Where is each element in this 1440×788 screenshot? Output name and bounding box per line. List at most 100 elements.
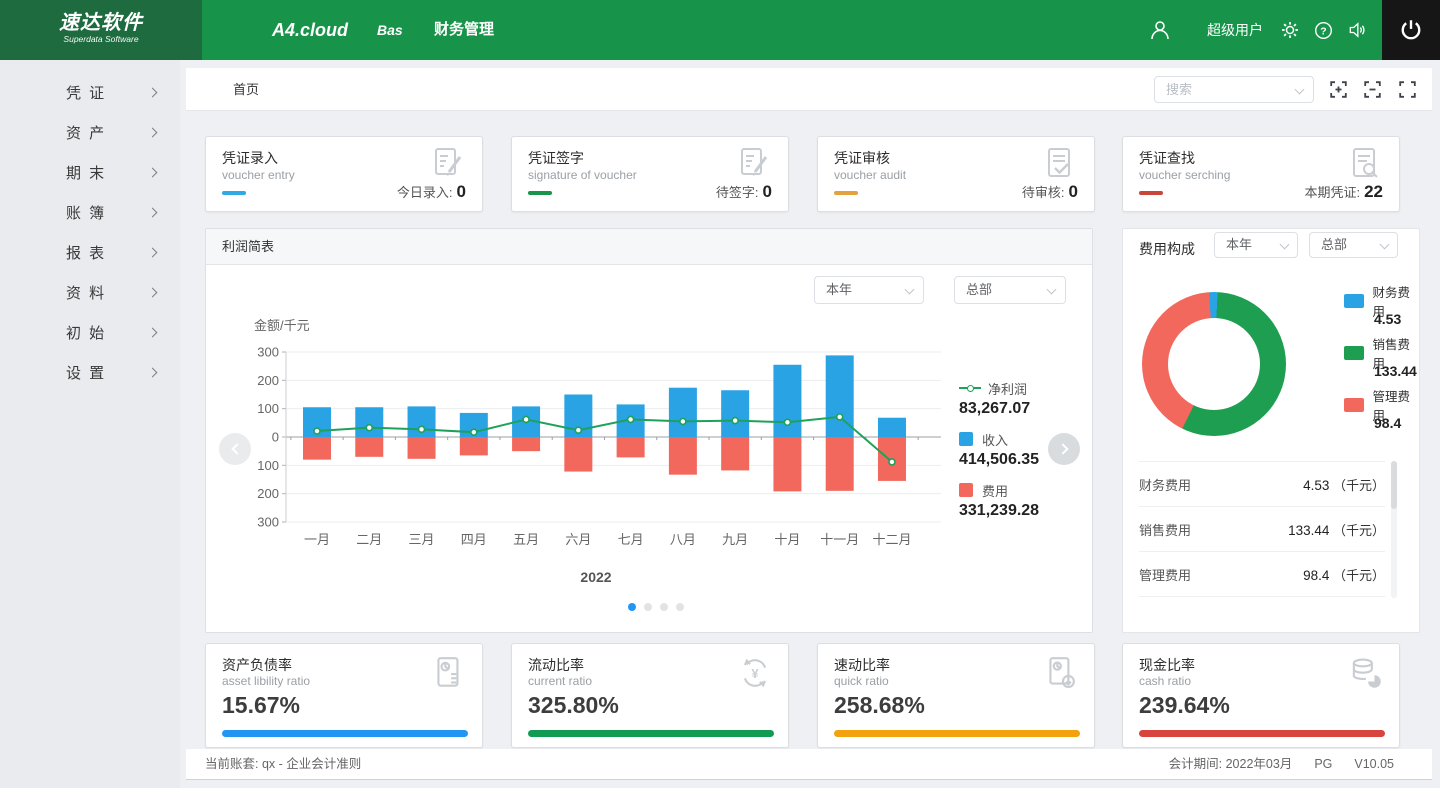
- logo[interactable]: 速达软件 Superdata Software: [0, 0, 202, 60]
- svg-text:十一月: 十一月: [820, 532, 859, 547]
- profit-summary-panel: 利润简表 本年 总部 金额/千元 3002001000100200300一月二月…: [205, 228, 1093, 633]
- ratio-value: 239.64%: [1139, 692, 1230, 719]
- settings-gear-icon[interactable]: [1280, 0, 1300, 60]
- cash-ratio-card[interactable]: 现金比率 cash ratio 239.64%: [1122, 643, 1400, 748]
- card-subtitle: voucher serching: [1139, 168, 1230, 182]
- asset-liability-ratio-card[interactable]: 资产负债率 asset libility ratio 15.67%: [205, 643, 483, 748]
- svg-text:0: 0: [272, 430, 279, 445]
- card-subtitle: voucher audit: [834, 168, 906, 182]
- legend-admin-expense[interactable]: 管理费用 98.4: [1344, 397, 1419, 431]
- card-subtitle: current ratio: [528, 674, 592, 688]
- sidebar-item-assets[interactable]: 资 产: [0, 112, 180, 152]
- chevron-right-icon: [148, 247, 158, 257]
- profit-chart-plot: 3002001000100200300一月二月三月四月五月六月七月八月九月十月十…: [241, 339, 951, 554]
- zoom-out-window-icon[interactable]: [1364, 81, 1381, 98]
- expense-swatch: [959, 483, 973, 497]
- carousel-dot-4[interactable]: [676, 603, 684, 611]
- tab-home[interactable]: 首页: [233, 68, 259, 111]
- svg-text:100: 100: [257, 401, 279, 416]
- current-ratio-card[interactable]: 流动比率 current ratio 325.80% ¥: [511, 643, 789, 748]
- sidebar-item-data[interactable]: 资 料: [0, 272, 180, 312]
- org-select[interactable]: 总部: [954, 276, 1066, 304]
- accent-dash: [222, 191, 246, 195]
- period-select[interactable]: 本年: [814, 276, 924, 304]
- card-title: 凭证签字: [528, 148, 584, 168]
- admin-expense-swatch: [1344, 398, 1364, 412]
- scrollbar-thumb[interactable]: [1391, 461, 1397, 509]
- card-title: 凭证审核: [834, 148, 890, 168]
- sidebar-item-voucher[interactable]: 凭 证: [0, 72, 180, 112]
- user-icon[interactable]: [1148, 0, 1172, 60]
- logo-title: 速达软件: [0, 12, 202, 34]
- username-label[interactable]: 超级用户: [1207, 0, 1263, 60]
- org-select[interactable]: 总部: [1309, 232, 1398, 258]
- chart-prev-button[interactable]: [219, 433, 251, 465]
- legend-net-profit[interactable]: 净利润 83,267.07: [959, 379, 1089, 418]
- help-icon[interactable]: ?: [1314, 0, 1333, 60]
- carousel-dot-1[interactable]: [628, 603, 636, 611]
- stat-value: 22: [1364, 182, 1383, 201]
- logout-power-button[interactable]: [1382, 0, 1440, 60]
- ratio-bar: [1139, 730, 1385, 737]
- svg-text:五月: 五月: [513, 532, 539, 547]
- legend-finance-expense[interactable]: 财务费用 4.53: [1344, 293, 1419, 327]
- svg-text:100: 100: [257, 458, 279, 473]
- carousel-dot-3[interactable]: [660, 603, 668, 611]
- edition-label: PG: [1314, 749, 1332, 779]
- sidebar: 凭 证 资 产 期 末 账 簿 报 表 资 料 初 始 设 置: [0, 60, 180, 788]
- sidebar-item-ledgers[interactable]: 账 簿: [0, 192, 180, 232]
- search-combobox[interactable]: [1154, 76, 1314, 103]
- quick-ratio-card[interactable]: 速动比率 quick ratio 258.68%: [817, 643, 1095, 748]
- card-stat: 待签字:0: [716, 182, 772, 202]
- card-title: 流动比率: [528, 655, 584, 675]
- voucher-search-card[interactable]: 凭证查找 voucher serching 本期凭证:22: [1122, 136, 1400, 212]
- voucher-audit-card[interactable]: 凭证审核 voucher audit 待审核:0: [817, 136, 1095, 212]
- x-axis-year-label: 2022: [241, 569, 951, 585]
- expense-total: 331,239.28: [959, 502, 1089, 520]
- card-title: 现金比率: [1139, 655, 1195, 675]
- panel-header: 利润简表: [206, 229, 1092, 265]
- y-axis-title: 金额/千元: [254, 315, 310, 334]
- nav-finance[interactable]: 财务管理: [434, 0, 494, 60]
- income-swatch: [959, 432, 973, 446]
- chevron-right-icon: [148, 327, 158, 337]
- sidebar-item-reports[interactable]: 报 表: [0, 232, 180, 272]
- chevron-right-icon: [148, 367, 158, 377]
- svg-text:一月: 一月: [304, 532, 330, 547]
- sales-expense-swatch: [1344, 346, 1364, 360]
- carousel-dot-2[interactable]: [644, 603, 652, 611]
- nav-bas[interactable]: Bas: [377, 0, 403, 60]
- svg-text:十月: 十月: [774, 532, 800, 547]
- legend-sales-expense[interactable]: 销售费用 133.44: [1344, 345, 1419, 379]
- expense-row-sales[interactable]: 销售费用 133.44 （千元）: [1139, 507, 1385, 552]
- panel-title: 利润简表: [222, 239, 274, 254]
- card-title: 资产负债率: [222, 655, 292, 675]
- expense-table: 财务费用 4.53 （千元） 销售费用 133.44 （千元） 管理费用 98.…: [1139, 461, 1385, 597]
- expense-row-finance[interactable]: 财务费用 4.53 （千元）: [1139, 462, 1385, 507]
- current-ratio-icon: ¥: [736, 654, 774, 692]
- chevron-right-icon: [1057, 443, 1068, 454]
- chevron-right-icon: [148, 167, 158, 177]
- voucher-entry-card[interactable]: 凭证录入 voucher entry 今日录入:0: [205, 136, 483, 212]
- chart-next-button[interactable]: [1048, 433, 1080, 465]
- svg-text:二月: 二月: [356, 532, 382, 547]
- period-select[interactable]: 本年: [1214, 232, 1298, 258]
- svg-text:¥: ¥: [751, 667, 758, 681]
- legend-expense[interactable]: 费用 331,239.28: [959, 481, 1089, 520]
- svg-text:三月: 三月: [409, 532, 435, 547]
- speaker-icon[interactable]: [1347, 0, 1367, 60]
- voucher-audit-icon: [1040, 144, 1080, 184]
- fullscreen-icon[interactable]: [1399, 81, 1416, 98]
- scrollbar[interactable]: [1391, 461, 1397, 598]
- sidebar-item-period-end[interactable]: 期 末: [0, 152, 180, 192]
- chevron-down-icon: [905, 285, 915, 295]
- sidebar-item-settings[interactable]: 设 置: [0, 352, 180, 392]
- svg-text:六月: 六月: [565, 532, 591, 547]
- voucher-sign-icon: [734, 144, 774, 184]
- search-input[interactable]: [1166, 82, 1286, 97]
- expense-row-admin[interactable]: 管理费用 98.4 （千元）: [1139, 552, 1385, 597]
- zoom-in-window-icon[interactable]: [1330, 81, 1347, 98]
- sidebar-item-initial[interactable]: 初 始: [0, 312, 180, 352]
- accent-dash: [834, 191, 858, 195]
- voucher-sign-card[interactable]: 凭证签字 signature of voucher 待签字:0: [511, 136, 789, 212]
